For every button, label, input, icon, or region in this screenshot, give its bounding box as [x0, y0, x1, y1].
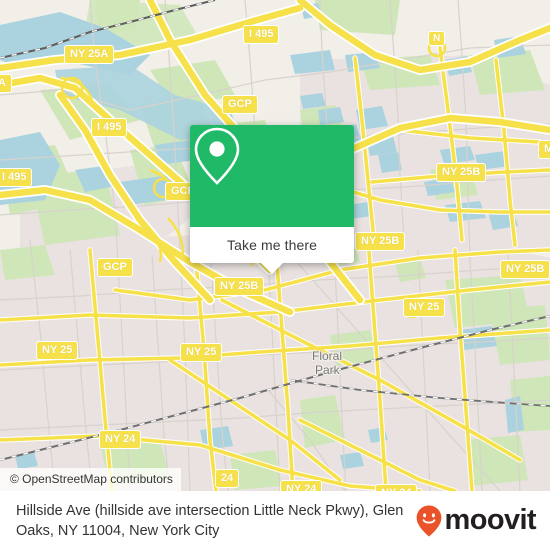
highway-shield: I 495	[0, 168, 33, 187]
highway-shield: N	[428, 31, 446, 46]
take-me-there-label: Take me there	[226, 237, 317, 253]
highway-shield: NY 25	[180, 343, 223, 362]
highway-shield: GCP	[222, 95, 258, 114]
map-canvas[interactable]: NY 25A I 495 N A I 495 I 495 GCP M NY 25B GCP NY 2…	[0, 0, 550, 491]
highway-shield: NY 24	[280, 480, 323, 491]
highway-shield: GCP	[97, 258, 133, 277]
highway-shield: NY 25B	[214, 277, 265, 296]
map-place-label: Floral	[312, 349, 343, 363]
osm-attribution[interactable]: © OpenStreetMap contributors	[0, 468, 181, 491]
moovit-smile-pin-icon	[416, 505, 441, 536]
location-popup[interactable]: Take me there	[190, 125, 354, 274]
highway-shield: NY 25A	[64, 45, 115, 64]
map-screenshot: NY 25A I 495 N A I 495 I 495 GCP M NY 25B GCP NY 2…	[0, 0, 550, 550]
highway-shield: I 495	[91, 118, 128, 137]
footer-bar: Hillside Ave (hillside ave intersection …	[0, 491, 550, 550]
highway-shield: NY 24	[99, 430, 142, 449]
popup-footer[interactable]: Take me there	[190, 227, 354, 274]
highway-shield: NY 25B	[355, 232, 406, 251]
highway-shield: 24	[215, 469, 240, 488]
popup-image	[190, 125, 354, 227]
highway-shield: NY 25	[403, 298, 446, 317]
map-pin-icon	[194, 127, 240, 185]
highway-shield: I 495	[243, 25, 280, 44]
map-place-label: Park	[315, 363, 340, 377]
highway-shield: NY 24	[375, 484, 418, 491]
highway-shield: NY 25B	[436, 163, 487, 182]
address-label: Hillside Ave (hillside ave intersection …	[16, 502, 404, 539]
moovit-wordmark: moovit	[444, 504, 537, 536]
popup-tail	[261, 263, 283, 274]
moovit-logo[interactable]: moovit	[415, 504, 537, 538]
highway-shield: M	[538, 140, 550, 159]
highway-shield: NY 25	[36, 341, 79, 360]
highway-shield: A	[0, 74, 12, 93]
highway-shield: NY 25B	[500, 260, 550, 279]
